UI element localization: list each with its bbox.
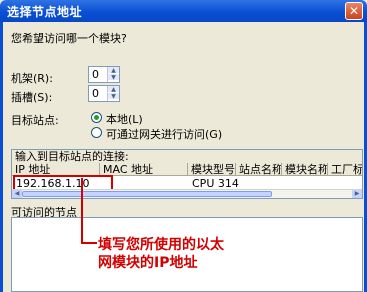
column-module[interactable]: 模块名称 xyxy=(282,163,328,176)
annotation-text: 填写您所使用的以太 网模块的IP地址 xyxy=(98,236,224,272)
slot-value: 0 xyxy=(92,87,99,100)
target-station-label: 目标站点: xyxy=(11,114,59,127)
slot-spinbox[interactable]: 0 ▲ ▼ xyxy=(88,85,120,102)
horizontal-scrollbar[interactable]: ◀ ▶ xyxy=(12,189,362,198)
spin-down-icon[interactable]: ▼ xyxy=(108,93,119,100)
column-model[interactable]: 模块型号 xyxy=(188,163,236,176)
dialog-body: 您希望访问哪一个模块? 机架(R): 0 ▲ ▼ 插槽(S): 0 ▲ ▼ 目标… xyxy=(0,22,367,292)
radio-local[interactable] xyxy=(91,112,102,123)
scroll-right-icon[interactable]: ▶ xyxy=(352,190,362,198)
column-station[interactable]: 站点名称 xyxy=(236,163,282,176)
annotation-line-horizontal xyxy=(81,242,97,244)
question-label: 您希望访问哪一个模块? xyxy=(11,32,127,45)
rack-value: 0 xyxy=(92,68,99,81)
scroll-thumb[interactable] xyxy=(22,191,272,197)
rack-spinner[interactable]: ▲ ▼ xyxy=(107,67,119,82)
window-title: 选择节点地址 xyxy=(7,5,83,19)
connection-table-caption: 输入到目标站点的连接: xyxy=(12,150,362,163)
close-button[interactable]: ✕ xyxy=(345,2,363,20)
annotation-line-vertical xyxy=(81,178,83,244)
annotation-line1: 填写您所使用的以太 xyxy=(98,237,224,253)
radio-gateway[interactable] xyxy=(91,127,102,138)
close-icon: ✕ xyxy=(348,4,360,18)
spin-up-icon[interactable]: ▲ xyxy=(108,67,119,74)
rack-label: 机架(R): xyxy=(11,72,53,85)
scroll-left-icon[interactable]: ◀ xyxy=(12,190,22,198)
spin-down-icon[interactable]: ▼ xyxy=(108,74,119,81)
column-plant-id[interactable]: 工厂标识 xyxy=(328,163,362,176)
rack-spinbox[interactable]: 0 ▲ ▼ xyxy=(88,66,120,83)
spin-up-icon[interactable]: ▲ xyxy=(108,86,119,93)
title-bar: 选择节点地址 ✕ xyxy=(0,0,367,22)
radio-gateway-label[interactable]: 可通过网关进行访问(G) xyxy=(106,126,222,142)
slot-spinner[interactable]: ▲ ▼ xyxy=(107,86,119,101)
column-mac[interactable]: MAC 地址 xyxy=(100,163,188,176)
radio-local-label[interactable]: 本地(L) xyxy=(106,111,143,127)
slot-label: 插槽(S): xyxy=(11,91,53,104)
annotation-line2: 网模块的IP地址 xyxy=(98,255,198,271)
connection-table[interactable]: 输入到目标站点的连接: IP 地址 MAC 地址 模块型号 站点名称 模块名称 … xyxy=(11,149,363,199)
